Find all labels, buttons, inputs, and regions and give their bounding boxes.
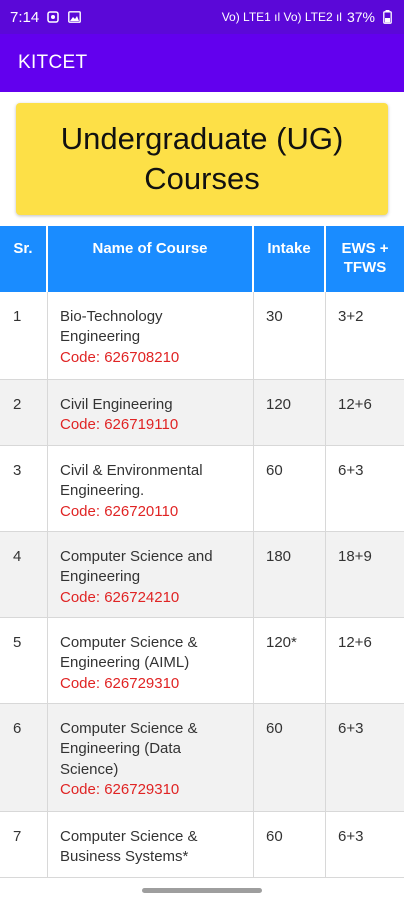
banner-container: Undergraduate (UG) Courses xyxy=(0,92,404,226)
table-row: 6 Computer Science & Engineering (Data S… xyxy=(0,704,404,812)
course-code: Code: 626719110 xyxy=(60,416,179,434)
row-intake: 60 xyxy=(254,704,326,811)
table-row: 5 Computer Science & Engineering (AIML) … xyxy=(0,618,404,704)
course-name: Computer Science and Engineering xyxy=(60,548,213,586)
course-name: Bio-Technology Engineering xyxy=(60,308,163,346)
row-sr: 2 xyxy=(0,380,48,445)
row-intake: 60 xyxy=(254,812,326,877)
status-time: 7:14 xyxy=(10,8,40,26)
course-code: Code: 626724210 xyxy=(60,588,180,606)
row-intake: 60 xyxy=(254,446,326,531)
table-row: 2 Civil Engineering Code: 626719110 120 … xyxy=(0,380,404,446)
row-ews: 6+3 xyxy=(338,720,364,737)
row-course: Civil & Environmental Engineering. Code:… xyxy=(48,446,254,531)
course-name: Computer Science & Engineering (Data Sci… xyxy=(60,720,198,778)
battery-icon xyxy=(380,10,394,24)
row-sr: 4 xyxy=(0,532,48,617)
course-name: Computer Science & Engineering (AIML) xyxy=(60,634,198,672)
gesture-nav-handle[interactable] xyxy=(142,888,262,893)
row-ews: 3+2 xyxy=(338,308,364,325)
status-right: Vo) LTE1 ıl Vo) LTE2 ıl 37% xyxy=(222,9,394,25)
row-sr: 3 xyxy=(0,446,48,531)
course-code: Code: 626729310 xyxy=(60,674,180,692)
course-code: Code: 626720110 xyxy=(60,502,179,520)
row-intake: 120 xyxy=(254,380,326,445)
course-code: Code: 626708210 xyxy=(60,348,180,366)
courses-table: Sr. Name of Course Intake EWS + TFWS 1 B… xyxy=(0,226,404,878)
row-course: Computer Science & Engineering (Data Sci… xyxy=(48,704,254,811)
row-course: Computer Science and Engineering Code: 6… xyxy=(48,532,254,617)
row-sr: 6 xyxy=(0,704,48,811)
table-row: 4 Computer Science and Engineering Code:… xyxy=(0,532,404,618)
status-left: 7:14 xyxy=(10,9,81,26)
gallery-icon xyxy=(67,10,81,24)
app-bar: KITCET xyxy=(0,34,404,92)
table-row: 3 Civil & Environmental Engineering. Cod… xyxy=(0,446,404,532)
row-ews: 6+3 xyxy=(338,828,364,845)
battery-level: 37% xyxy=(346,9,375,25)
header-ews-tfws: EWS + TFWS xyxy=(341,240,389,276)
row-sr: 5 xyxy=(0,618,48,703)
header-sr: Sr. xyxy=(0,226,48,292)
row-ews: 12+6 xyxy=(338,396,372,413)
table-header: Sr. Name of Course Intake EWS + TFWS xyxy=(0,226,404,292)
section-banner: Undergraduate (UG) Courses xyxy=(16,103,388,215)
row-ews: 18+9 xyxy=(338,548,372,565)
section-title: Undergraduate (UG) Courses xyxy=(60,121,344,196)
course-name: Civil Engineering xyxy=(60,396,173,413)
row-course: Computer Science & Engineering (AIML) Co… xyxy=(48,618,254,703)
row-course: Civil Engineering Code: 626719110 xyxy=(48,380,254,445)
header-course-name: Name of Course xyxy=(48,226,254,292)
row-sr: 1 xyxy=(0,292,48,379)
row-ews: 6+3 xyxy=(338,462,364,479)
course-name: Computer Science & Business Systems* xyxy=(60,828,198,866)
row-intake: 30 xyxy=(254,292,326,379)
course-name: Civil & Environmental Engineering. xyxy=(60,462,203,500)
row-ews: 12+6 xyxy=(338,634,372,651)
row-course: Bio-Technology Engineering Code: 6267082… xyxy=(48,292,254,379)
network-status: Vo) LTE1 ıl Vo) LTE2 ıl xyxy=(221,10,342,24)
table-row: 7 Computer Science & Business Systems* 6… xyxy=(0,812,404,878)
row-intake: 180 xyxy=(254,532,326,617)
table-row: 1 Bio-Technology Engineering Code: 62670… xyxy=(0,292,404,380)
course-code: Code: 626729310 xyxy=(60,780,180,798)
notification-icon xyxy=(46,10,60,24)
row-intake: 120* xyxy=(254,618,326,703)
row-sr: 7 xyxy=(0,812,48,877)
header-intake: Intake xyxy=(254,226,326,292)
app-title: KITCET xyxy=(18,52,88,73)
status-bar: 7:14 Vo) LTE1 ıl Vo) LTE2 ıl 37% xyxy=(0,0,404,34)
row-course: Computer Science & Business Systems* xyxy=(48,812,254,877)
